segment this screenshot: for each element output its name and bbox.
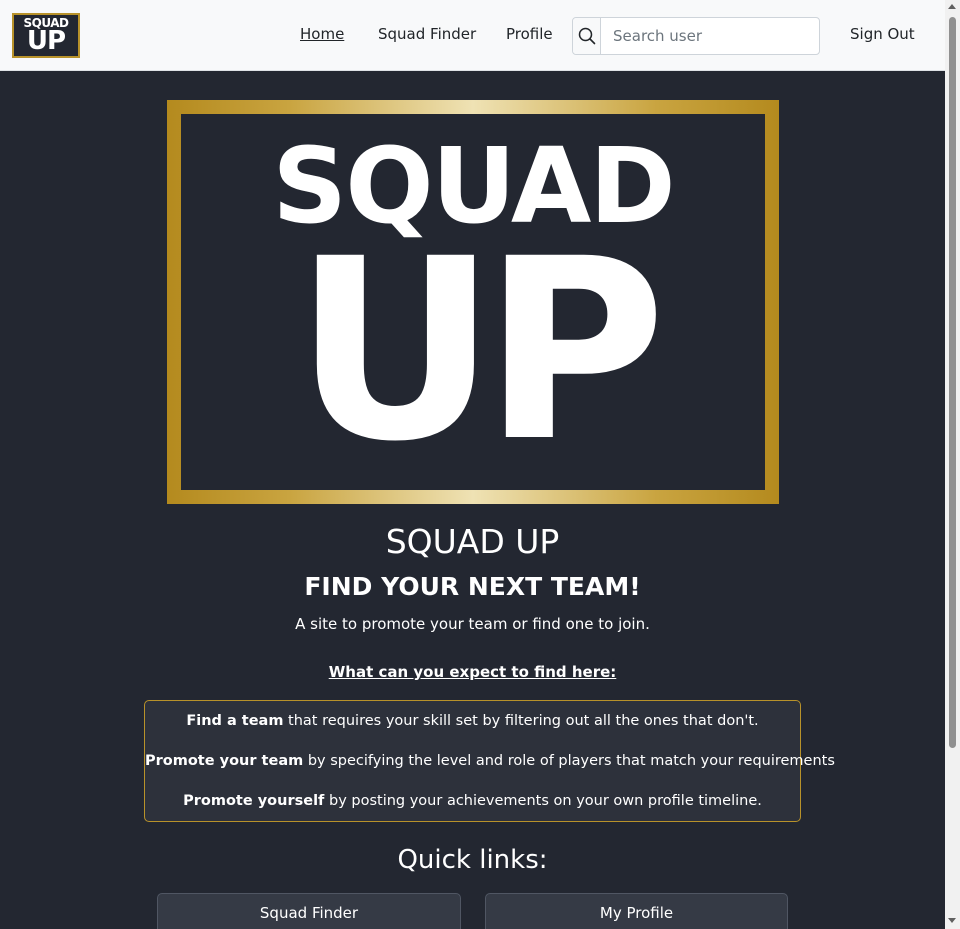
top-navbar: SQUAD UP Home Squad Finder Profile Sign … [0,0,945,71]
hero-logo-up-text: UP [293,205,666,496]
expect-heading: What can you expect to find here: [328,663,617,681]
squad-finder-button[interactable]: Squad Finder [157,893,461,929]
nav-link-squad-finder[interactable]: Squad Finder [378,25,476,43]
search-button[interactable] [573,18,601,54]
features-box: Find a team that requires your skill set… [144,700,835,822]
page-title: SQUAD UP [385,522,560,561]
nav-link-profile[interactable]: Profile [506,25,553,43]
page-subtitle: FIND YOUR NEXT TEAM! [304,572,641,601]
quick-links-heading: Quick links: [397,845,548,875]
tagline: A site to promote your team or find one … [295,615,650,633]
scroll-up-arrow-icon[interactable] [948,4,956,9]
feature-promote-team: Promote your team by specifying the leve… [145,753,835,769]
sign-out-link[interactable]: Sign Out [850,25,915,43]
feature-bold: Promote yourself [183,793,325,809]
nav-link-home[interactable]: Home [300,25,344,43]
feature-promote-yourself: Promote yourself by posting your achieve… [145,793,800,809]
logo-line2: UP [26,26,66,56]
hero-logo-banner: SQUAD UP [167,100,779,504]
feature-text: by posting your achievements on your own… [324,793,762,809]
search-group [572,17,820,55]
hero-logo-inner: SQUAD UP [181,114,765,490]
page-scrollbar[interactable] [945,0,960,929]
feature-text: by specifying the level and role of play… [303,753,835,769]
search-user-input[interactable] [601,18,819,54]
scroll-down-arrow-icon[interactable] [948,918,956,923]
feature-find-team: Find a team that requires your skill set… [145,713,800,729]
feature-bold: Find a team [186,713,284,729]
brand-logo[interactable]: SQUAD UP [12,13,80,58]
scrollbar-thumb[interactable] [949,17,956,748]
feature-text: that requires your skill set by filterin… [283,713,759,729]
my-profile-button[interactable]: My Profile [485,893,788,929]
feature-bold: Promote your team [145,753,304,769]
search-icon [578,27,595,45]
